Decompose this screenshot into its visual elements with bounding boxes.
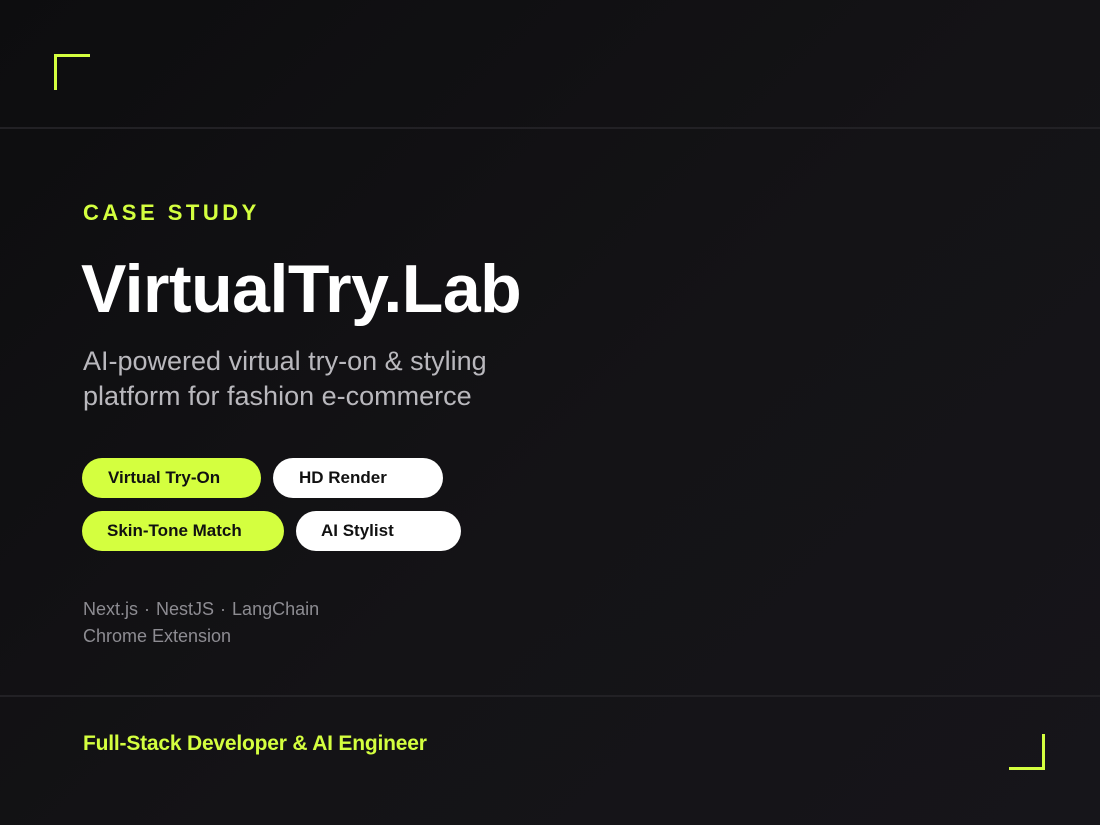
- subtitle-line-2: platform for fashion e-commerce: [83, 381, 472, 411]
- bottom-divider: [0, 695, 1100, 697]
- tag-skin-tone-match: Skin-Tone Match: [82, 511, 284, 551]
- tag-ai-stylist: AI Stylist: [296, 511, 461, 551]
- tag-virtual-try-on: Virtual Try-On: [82, 458, 261, 498]
- page-subtitle: AI-powered virtual try-on & styling plat…: [83, 344, 543, 414]
- tech-separator: ·: [144, 599, 151, 619]
- subtitle-line-1: AI-powered virtual try-on & styling: [83, 346, 487, 376]
- tech-separator: ·: [220, 599, 227, 619]
- tech-item-nestjs: NestJS: [156, 599, 215, 619]
- corner-bracket-bottom-right-icon: [1009, 734, 1045, 770]
- corner-bracket-top-left-icon: [54, 54, 90, 90]
- tag-hd-render: HD Render: [273, 458, 443, 498]
- tech-item-langchain: LangChain: [232, 599, 320, 619]
- tech-item-nextjs: Next.js: [83, 599, 139, 619]
- eyebrow-label: CASE STUDY: [83, 200, 260, 225]
- page-title: VirtualTry.Lab: [81, 251, 522, 327]
- tech-stack-line-2: Chrome Extension: [83, 626, 232, 646]
- tech-stack-line-1: Next.js · NestJS · LangChain: [83, 596, 319, 623]
- tech-stack: Next.js · NestJS · LangChain Chrome Extensio…: [83, 596, 319, 650]
- top-divider: [0, 127, 1100, 129]
- case-study-card: CASE STUDY VirtualTry.Lab AI-powered vir…: [0, 0, 1100, 825]
- role-label: Full-Stack Developer & AI Engineer: [83, 732, 427, 755]
